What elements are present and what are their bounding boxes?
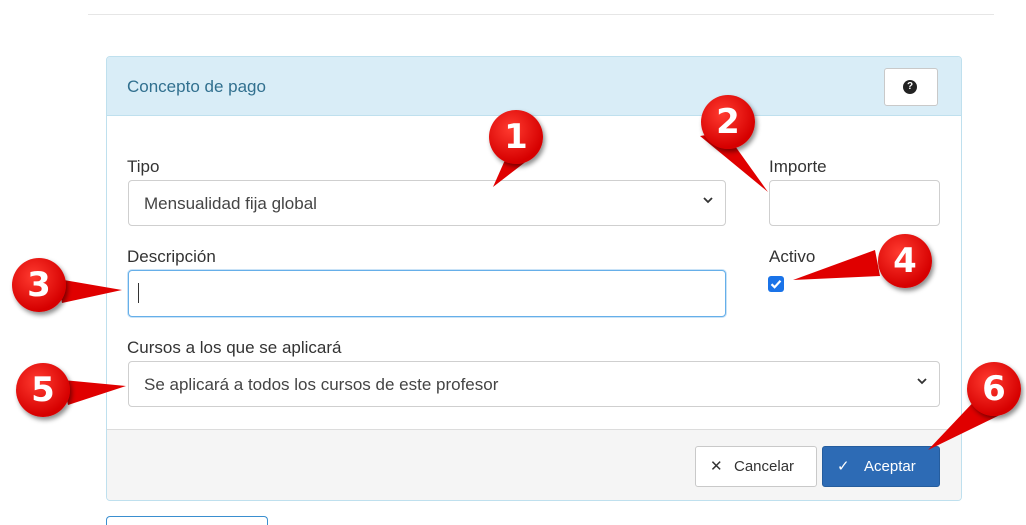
annotation-arrows: [58, 132, 1004, 450]
annotation-arrow-1: [493, 160, 528, 187]
annotation-marker-3: 3: [12, 258, 66, 312]
annotation-marker-5: 5: [16, 363, 70, 417]
annotation-marker-6: 6: [967, 362, 1021, 416]
annotation-arrow-3: [58, 279, 122, 303]
annotation-marker-4: 4: [878, 234, 932, 288]
annotation-arrow-5: [63, 380, 126, 405]
annotation-marker-1: 1: [489, 110, 543, 164]
annotation-arrow-4: [793, 250, 880, 280]
annotation-marker-2: 2: [701, 95, 755, 149]
